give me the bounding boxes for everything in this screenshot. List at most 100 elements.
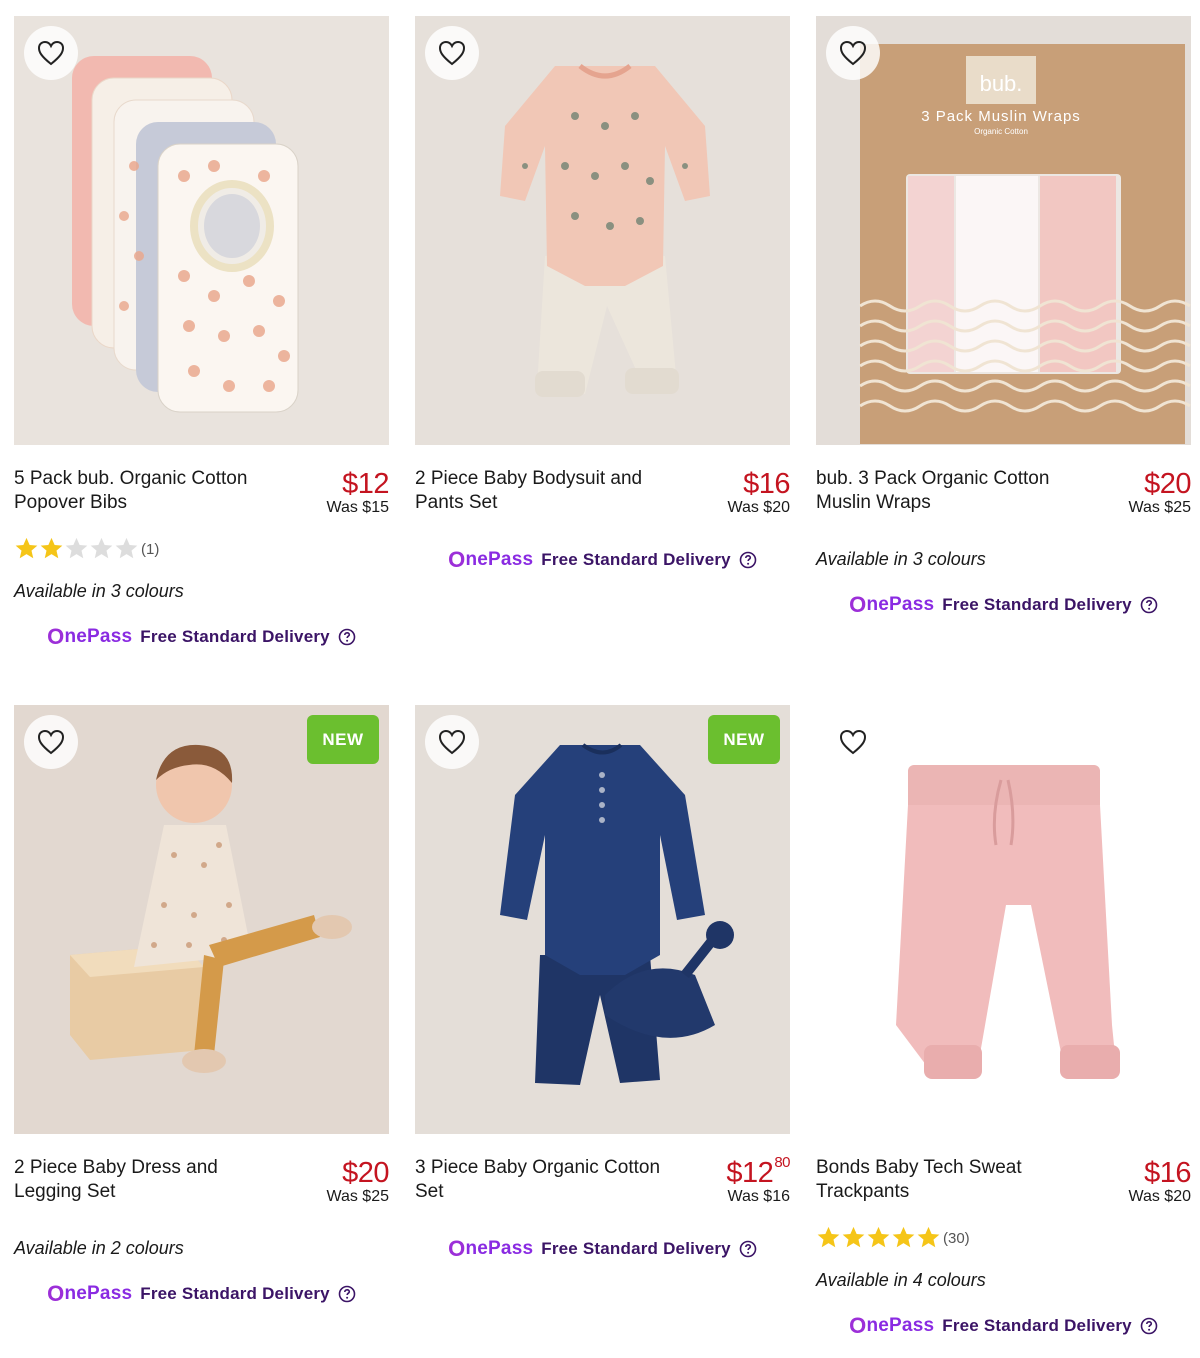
delivery-text: Free Standard Delivery — [942, 595, 1132, 614]
price-block: $16 Was $20 — [727, 467, 790, 517]
onepass-wordmark: nePass — [64, 1283, 133, 1304]
onepass-logo: OnePass — [448, 547, 533, 573]
onepass-wordmark: nePass — [866, 1315, 935, 1336]
was-price: Was $20 — [727, 499, 790, 516]
onepass-logo: OnePass — [849, 1313, 934, 1339]
product-price: $12 — [342, 468, 389, 500]
wishlist-heart-button[interactable] — [826, 715, 880, 769]
product-name[interactable]: 5 Pack bub. Organic Cotton Popover Bibs — [14, 467, 284, 515]
product-card[interactable]: 2 Piece Baby Bodysuit and Pants Set $16 … — [415, 16, 790, 573]
review-count: (1) — [141, 541, 160, 558]
onepass-wordmark: nePass — [64, 626, 133, 647]
star-filled-icon — [15, 537, 38, 558]
product-image[interactable] — [14, 16, 389, 445]
price-block: $16 Was $20 — [1128, 1156, 1191, 1206]
onepass-o-mark: O — [448, 547, 466, 572]
onepass-o-mark: O — [849, 592, 867, 617]
star-filled-icon — [40, 537, 63, 558]
onepass-wordmark: nePass — [465, 1238, 534, 1259]
product-name[interactable]: bub. 3 Pack Organic Cotton Muslin Wraps — [816, 467, 1086, 515]
wishlist-heart-button[interactable] — [425, 26, 479, 80]
onepass-logo: OnePass — [448, 1236, 533, 1262]
help-icon[interactable] — [338, 1285, 356, 1303]
dress-legging-image — [70, 744, 352, 1073]
product-card[interactable]: bub. 3 Pack Muslin Wraps Organic Cotton … — [816, 16, 1191, 618]
price-block: $12 Was $15 — [326, 467, 389, 517]
new-badge: NEW — [307, 715, 379, 764]
onepass-delivery: OnePass Free Standard Delivery — [415, 1236, 790, 1262]
help-icon[interactable] — [1140, 596, 1158, 614]
product-rating[interactable]: (1) — [14, 535, 389, 561]
price-cents: 80 — [774, 1154, 790, 1171]
wishlist-heart-button[interactable] — [24, 715, 78, 769]
product-price: $1280 — [726, 1154, 790, 1189]
help-icon[interactable] — [739, 551, 757, 569]
onepass-logo: OnePass — [849, 592, 934, 618]
help-icon[interactable] — [338, 628, 356, 646]
product-card[interactable]: NEW 2 Piece Baby Dress and Legging Set $… — [14, 705, 389, 1307]
wishlist-heart-button[interactable] — [826, 26, 880, 80]
product-price: $16 — [1144, 1157, 1191, 1189]
onepass-delivery: OnePass Free Standard Delivery — [816, 1313, 1191, 1339]
star-rating — [816, 1225, 941, 1250]
product-name[interactable]: 2 Piece Baby Bodysuit and Pants Set — [415, 467, 685, 515]
available-colours: Available in 3 colours — [14, 581, 184, 601]
star-filled-icon — [892, 1226, 915, 1247]
delivery-text: Free Standard Delivery — [140, 627, 330, 646]
product-card[interactable]: 5 Pack bub. Organic Cotton Popover Bibs … — [14, 16, 389, 650]
wishlist-heart-button[interactable] — [24, 26, 78, 80]
box-brand: bub. — [980, 71, 1023, 96]
onepass-delivery: OnePass Free Standard Delivery — [816, 592, 1191, 618]
product-image[interactable] — [415, 16, 790, 445]
product-card[interactable]: NEW 3 Piece Baby Organic Cotton Set $128… — [415, 705, 790, 1262]
onepass-wordmark: nePass — [866, 594, 935, 615]
product-image[interactable] — [816, 705, 1191, 1134]
product-name[interactable]: 2 Piece Baby Dress and Legging Set — [14, 1156, 284, 1204]
star-empty-icon — [65, 537, 88, 558]
star-filled-icon — [867, 1226, 890, 1247]
was-price: Was $25 — [1128, 499, 1191, 516]
onepass-logo: OnePass — [47, 624, 132, 650]
star-empty-icon — [90, 537, 113, 558]
heart-icon — [37, 40, 65, 66]
bibs-image — [72, 56, 299, 413]
onepass-delivery: OnePass Free Standard Delivery — [14, 624, 389, 650]
product-image[interactable]: bub. 3 Pack Muslin Wraps Organic Cotton — [816, 16, 1191, 445]
onepass-delivery: OnePass Free Standard Delivery — [14, 1281, 389, 1307]
onepass-wordmark: nePass — [465, 549, 534, 570]
price-block: $20 Was $25 — [1128, 467, 1191, 517]
star-filled-icon — [817, 1226, 840, 1247]
product-image[interactable]: NEW — [415, 705, 790, 1134]
product-price: $20 — [1144, 468, 1191, 500]
was-price: Was $20 — [1128, 1188, 1191, 1205]
help-icon[interactable] — [1140, 1317, 1158, 1335]
heart-icon — [438, 729, 466, 755]
help-icon[interactable] — [739, 1240, 757, 1258]
heart-icon — [839, 40, 867, 66]
wishlist-heart-button[interactable] — [425, 715, 479, 769]
was-price: Was $16 — [727, 1188, 790, 1205]
star-empty-icon — [115, 537, 138, 558]
onepass-logo: OnePass — [47, 1281, 132, 1307]
product-name[interactable]: Bonds Baby Tech Sweat Trackpants — [816, 1156, 1086, 1204]
product-rating[interactable]: (30) — [816, 1224, 1191, 1250]
delivery-text: Free Standard Delivery — [140, 1284, 330, 1303]
product-image[interactable]: NEW — [14, 705, 389, 1134]
available-colours: Available in 2 colours — [14, 1238, 184, 1258]
heart-icon — [839, 729, 867, 755]
price-block: $20 Was $25 — [326, 1156, 389, 1206]
star-rating — [14, 536, 139, 561]
trackpants-image — [896, 765, 1120, 1079]
box-title: 3 Pack Muslin Wraps — [921, 108, 1081, 125]
onepass-o-mark: O — [47, 1281, 65, 1306]
was-price: Was $25 — [326, 1188, 389, 1205]
product-card[interactable]: Bonds Baby Tech Sweat Trackpants $16 Was… — [816, 705, 1191, 1339]
star-filled-icon — [917, 1226, 940, 1247]
review-count: (30) — [943, 1230, 970, 1247]
available-colours: Available in 4 colours — [816, 1270, 986, 1290]
muslin-box-image: bub. 3 Pack Muslin Wraps Organic Cotton — [859, 44, 1191, 444]
product-name[interactable]: 3 Piece Baby Organic Cotton Set — [415, 1156, 685, 1204]
delivery-text: Free Standard Delivery — [942, 1316, 1132, 1335]
box-subtitle: Organic Cotton — [974, 127, 1028, 136]
onepass-delivery: OnePass Free Standard Delivery — [415, 547, 790, 573]
